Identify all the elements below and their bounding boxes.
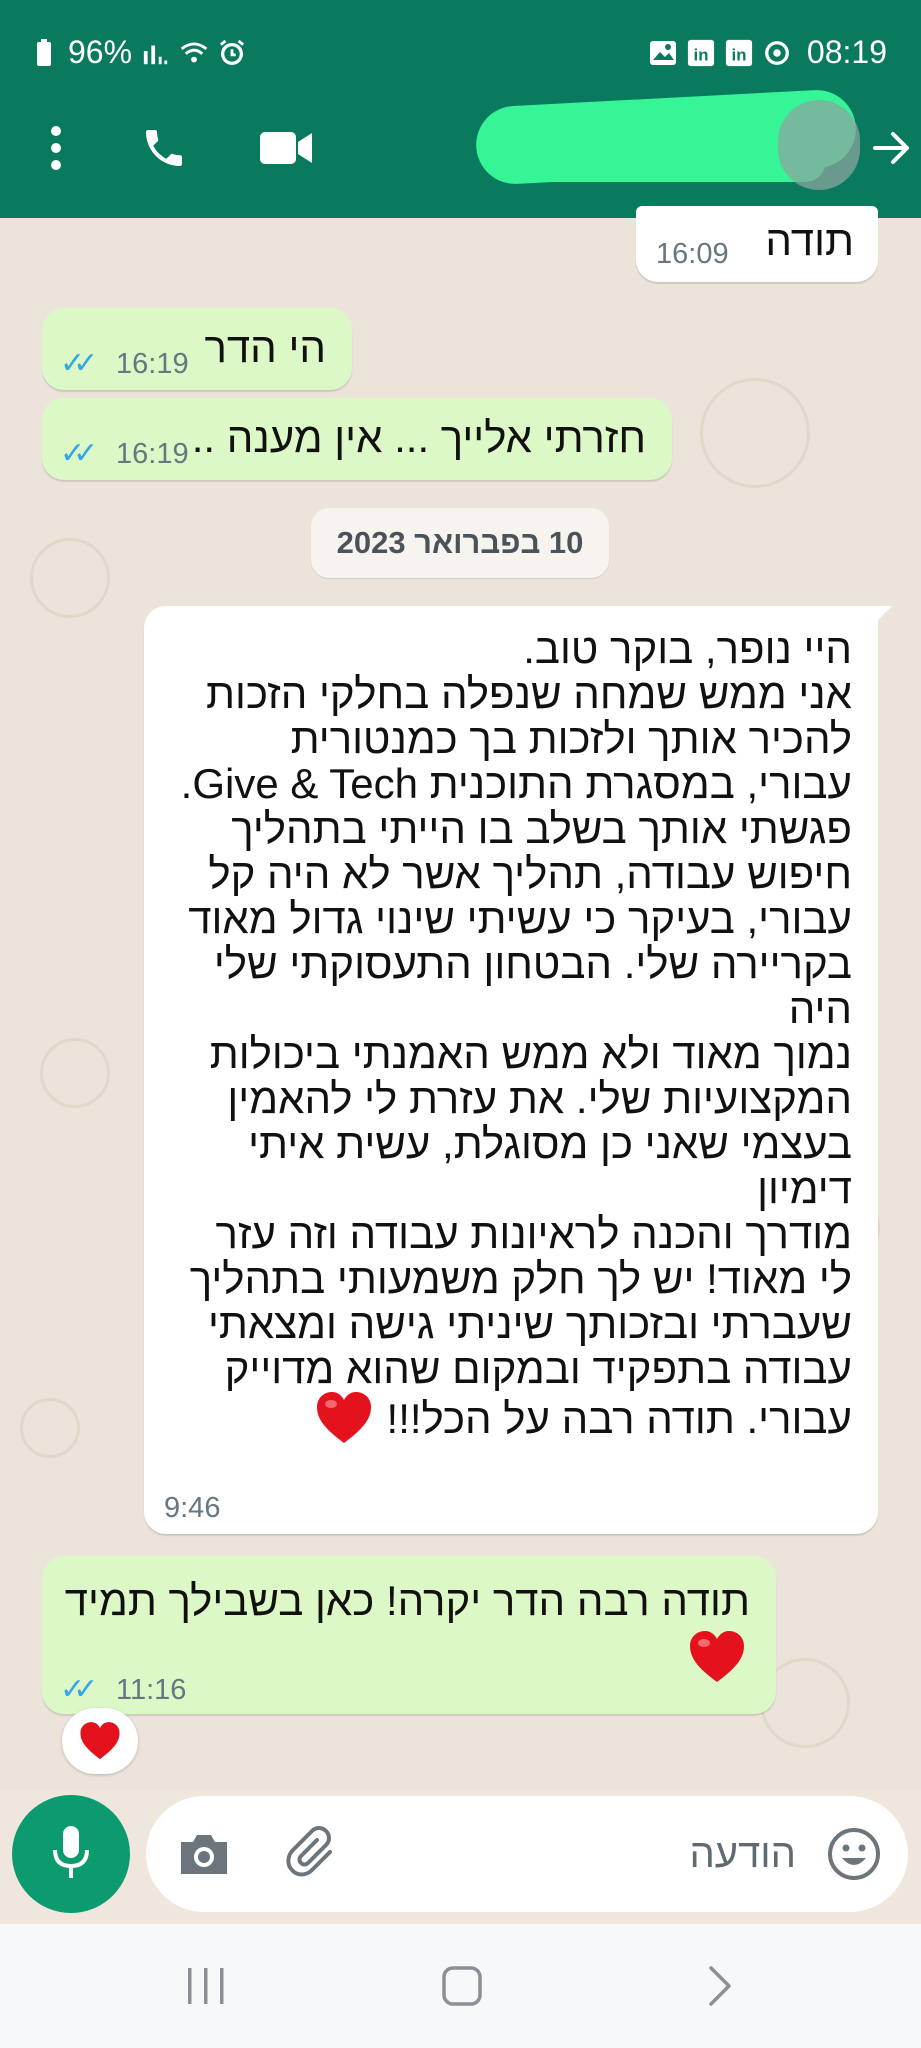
battery-level: 96% bbox=[68, 34, 133, 70]
wifi-icon bbox=[180, 39, 208, 67]
camera-icon[interactable] bbox=[174, 1824, 234, 1884]
back-icon[interactable] bbox=[690, 1960, 750, 2012]
message-bubble-outgoing[interactable]: תודה רבה הדר יקרה! כאן בשבילך תמיד ✓✓ 11… bbox=[42, 1556, 776, 1714]
message-line: עבורי. תודה רבה על הכל!!! bbox=[162, 1391, 852, 1445]
message-time: 9:46 bbox=[164, 1492, 221, 1524]
message-line: בקריירה שלי. הבטחון התעסוקתי שלי היה bbox=[213, 940, 852, 1032]
double-check-icon: ✓✓ bbox=[60, 437, 98, 470]
message-time: 16:19 bbox=[116, 348, 189, 380]
svg-text:in: in bbox=[731, 45, 746, 64]
sync-icon bbox=[763, 39, 791, 67]
message-text: הי הדר bbox=[204, 324, 326, 371]
message-bubble-outgoing[interactable]: הי הדר ✓✓ 16:19 bbox=[42, 308, 352, 390]
double-check-icon: ✓✓ bbox=[60, 1673, 98, 1706]
message-line: להכיר אותך ולזכות בך כמנטורית bbox=[290, 715, 852, 762]
message-line: היי נופר, בוקר טוב. bbox=[523, 625, 852, 672]
status-left: 96% bbox=[30, 34, 246, 71]
message-line: נמוך מאוד ולא ממש האמנתי ביכולות bbox=[209, 1030, 852, 1077]
message-input-box[interactable]: הודעה bbox=[146, 1796, 908, 1912]
clock: 08:19 bbox=[806, 34, 887, 70]
message-body: היי נופר, בוקר טוב. אני ממש שמחה שנפלה ב… bbox=[162, 626, 852, 1445]
message-line: חיפוש עבודה, תהליך אשר לא היה קל bbox=[208, 850, 852, 897]
message-bubble-incoming[interactable]: היי נופר, בוקר טוב. אני ממש שמחה שנפלה ב… bbox=[144, 606, 892, 1534]
message-time: 16:19 bbox=[116, 438, 189, 470]
attach-icon[interactable] bbox=[284, 1824, 344, 1884]
linkedin-icon: in bbox=[725, 39, 753, 67]
message-line: לי מאוד! יש לך חלק משמעותי בתהליך bbox=[189, 1255, 852, 1302]
heart-emoji-icon bbox=[315, 1391, 373, 1445]
message-text: תודה רבה הדר יקרה! כאן בשבילך תמיד bbox=[64, 1577, 750, 1624]
signal-icon bbox=[142, 39, 170, 67]
status-bar: 96% in in 08:19 bbox=[0, 0, 921, 106]
date-separator: 10 בפברואר 2023 bbox=[311, 508, 609, 578]
redacted-contact-name bbox=[486, 140, 826, 182]
message-bubble-outgoing[interactable]: חזרתי אלייך ... אין מענה .. ✓✓ 16:19 bbox=[42, 398, 672, 480]
reaction-badge[interactable] bbox=[62, 1708, 138, 1774]
linkedin-icon: in bbox=[687, 39, 715, 67]
home-icon[interactable] bbox=[432, 1960, 492, 2012]
message-text: חזרתי אלייך ... אין מענה .. bbox=[191, 414, 646, 461]
battery-icon bbox=[30, 38, 58, 67]
more-vert-icon[interactable] bbox=[26, 118, 86, 178]
system-nav-bar bbox=[0, 1924, 921, 2048]
message-bubble-incoming[interactable]: תודה 16:09 bbox=[636, 206, 878, 282]
message-line: מודרך והכנה לראיונות עבודה וזה עזר bbox=[215, 1210, 852, 1257]
message-line: שעברתי ובזכותך שיניתי גישה ומצאתי bbox=[207, 1300, 852, 1347]
heart-emoji-icon bbox=[688, 1630, 746, 1684]
avatar[interactable] bbox=[778, 100, 860, 190]
status-right: in in 08:19 bbox=[649, 34, 887, 71]
back-arrow-icon[interactable] bbox=[862, 118, 921, 178]
message-text: תודה bbox=[765, 217, 854, 264]
emoji-icon[interactable] bbox=[824, 1824, 884, 1884]
message-time: 11:16 bbox=[116, 1674, 187, 1706]
message-line-text: עבורי. תודה רבה על הכל!!! bbox=[386, 1394, 852, 1442]
message-line: עבורי, במסגרת התוכנית Give & Tech. bbox=[180, 760, 852, 807]
alarm-icon bbox=[218, 39, 246, 67]
gallery-icon bbox=[649, 39, 677, 67]
message-time: 16:09 bbox=[656, 238, 729, 270]
message-line: עבורי, בעיקר כי עשיתי שינוי גדול מאוד bbox=[188, 895, 852, 942]
message-line: בעצמי שאני כן מסוגלת, עשית איתי דימיון bbox=[248, 1120, 852, 1212]
recents-icon[interactable] bbox=[176, 1960, 236, 2012]
video-icon[interactable] bbox=[256, 118, 316, 178]
message-line: אני ממש שמחה שנפלה בחלקי הזכות bbox=[206, 670, 852, 717]
message-input[interactable]: הודעה bbox=[689, 1832, 796, 1877]
message-line: עבודה בתפקיד ובמקום שהוא מדוייק bbox=[224, 1345, 852, 1392]
mic-icon bbox=[51, 1824, 91, 1885]
message-line: המקצועיות שלי. את עזרת לי להאמין bbox=[227, 1075, 852, 1122]
double-check-icon: ✓✓ bbox=[60, 347, 98, 380]
phone-icon[interactable] bbox=[134, 118, 194, 178]
message-line: פגשתי אותך בשלב בו הייתי בתהליך bbox=[231, 805, 852, 852]
mic-button[interactable] bbox=[12, 1795, 130, 1913]
svg-text:in: in bbox=[693, 45, 708, 64]
